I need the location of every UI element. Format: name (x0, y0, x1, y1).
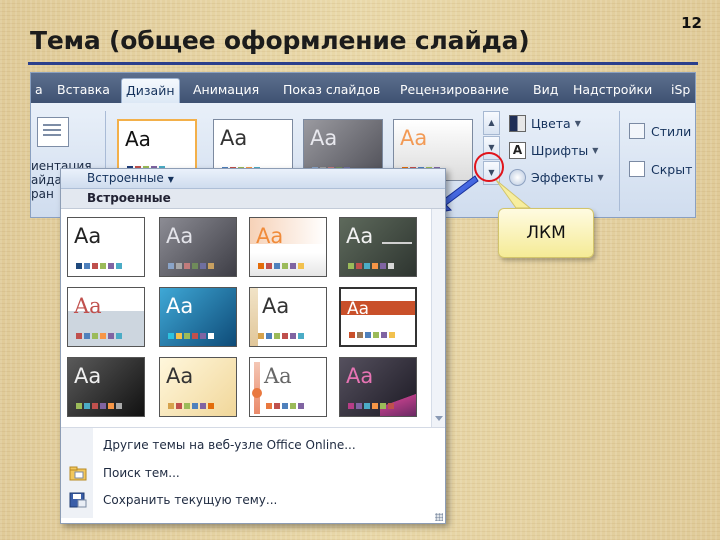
theme-thumbnail-concourse[interactable]: Aa (159, 287, 237, 347)
theme-effects-label: Эффекты (531, 169, 594, 185)
theme-swatches (266, 403, 304, 409)
theme-thumbnail-text: Aa (346, 224, 374, 248)
ribbon-theme-3-text: Aa (310, 126, 338, 150)
theme-fonts-label: Шрифты (531, 142, 589, 158)
background-styles-label: Стили (651, 123, 692, 139)
theme-swatches (349, 332, 395, 338)
theme-thumbnail-median[interactable]: Aa (159, 357, 237, 417)
theme-thumbnail-metro[interactable]: Aa (159, 217, 237, 277)
theme-thumbnail-text: Aa (262, 294, 290, 318)
theme-side-band (250, 288, 258, 346)
theme-swatches (258, 263, 304, 269)
browse-folder-icon (69, 466, 87, 481)
lmb-callout: ЛКМ (498, 208, 594, 258)
ribbon-tab-bar: а Вставка Дизайн Анимация Показ слайдов … (31, 73, 695, 103)
theme-thumbnail-text: Aa (166, 364, 194, 388)
scroll-down-icon (435, 416, 443, 421)
tab-view[interactable]: Вид (529, 78, 562, 103)
theme-swatches (76, 333, 122, 339)
save-theme-icon (69, 492, 87, 508)
theme-swatches (258, 333, 304, 339)
gallery-filter-label: Встроенные (87, 171, 164, 185)
theme-swatches (76, 403, 122, 409)
theme-dot (252, 388, 262, 398)
more-themes-online-item[interactable]: Другие темы на веб-узле Office Online... (103, 434, 356, 456)
theme-thumbnail-text: Aa (74, 294, 102, 318)
gallery-scroll-up-button[interactable]: ▲ (483, 111, 500, 135)
theme-thumbnail-text: Aa (74, 364, 102, 388)
theme-thumbnail-text: Aa (74, 224, 102, 248)
theme-thumbnail-office[interactable]: Aa (67, 217, 145, 277)
theme-colors-label: Цвета (531, 115, 571, 131)
theme-thumbnail-opulent[interactable]: Aa (339, 357, 417, 417)
tab-slideshow[interactable]: Показ слайдов (279, 78, 384, 103)
tab-home-partial[interactable]: а (31, 78, 47, 103)
gallery-section-header: Встроенные (61, 189, 445, 209)
title-rule (28, 62, 698, 65)
theme-thumbnail-civic[interactable]: Aa (67, 287, 145, 347)
save-current-theme-item[interactable]: Сохранить текущую тему... (103, 489, 277, 511)
hide-background-checkbox[interactable]: Скрыт (629, 159, 692, 179)
tab-addins[interactable]: Надстройки (569, 78, 656, 103)
theme-colors-button[interactable]: Цвета ▼ (509, 113, 581, 133)
theme-swatches (348, 403, 394, 409)
highlight-circle (474, 152, 504, 182)
chevron-down-icon: ▼ (167, 175, 174, 184)
gallery-scrollbar[interactable] (431, 209, 445, 427)
palette-icon (509, 114, 526, 132)
gallery-menu: Другие темы на веб-узле Office Online...… (61, 428, 445, 518)
slide-number: 12 (681, 14, 702, 32)
theme-thumbnail-flow[interactable]: Aa (339, 287, 417, 347)
ribbon-theme-office-text: Aa (125, 127, 151, 151)
tab-design[interactable]: Дизайн (121, 78, 180, 103)
gallery-filter-header[interactable]: Встроенные ▼ (61, 169, 445, 189)
theme-thumbnail-text: Aa (264, 364, 292, 388)
theme-accent-line (382, 242, 412, 244)
chevron-down-icon: ▼ (592, 145, 599, 155)
slide-title: Тема (общее оформление слайда) (30, 26, 530, 55)
theme-swatches (168, 403, 214, 409)
slide-orientation-icon[interactable] (37, 117, 69, 147)
theme-thumbnail-foundry[interactable]: Aa (67, 357, 145, 417)
theme-swatches (168, 333, 214, 339)
ribbon-separator (619, 111, 620, 211)
browse-themes-item[interactable]: Поиск тем... (103, 462, 180, 484)
background-styles-button[interactable]: Стили (629, 121, 691, 141)
theme-thumbnail-text: Aa (347, 299, 370, 319)
tab-ispring[interactable]: iSp (667, 78, 694, 103)
theme-thumbnail-text: Aa (166, 224, 194, 248)
theme-swatches (76, 263, 122, 269)
tab-review[interactable]: Рецензирование (396, 78, 513, 103)
chevron-down-icon: ▼ (597, 172, 604, 182)
resize-grip-icon[interactable] (435, 513, 443, 521)
theme-thumbnail-module[interactable]: Aa (249, 357, 327, 417)
theme-thumbnail-text: Aa (256, 224, 284, 248)
theme-thumbnail-aspect[interactable]: Aa (339, 217, 417, 277)
checkbox-icon (629, 161, 645, 177)
theme-swatches (168, 263, 214, 269)
ribbon-theme-4-text: Aa (400, 126, 428, 150)
hide-background-label: Скрыт (651, 161, 693, 177)
theme-fonts-button[interactable]: A Шрифты ▼ (509, 140, 598, 160)
chevron-down-icon: ▼ (574, 118, 581, 128)
theme-thumbnail-text: Aa (346, 364, 374, 388)
ribbon-theme-2-text: Aa (220, 126, 248, 150)
theme-swatches (348, 263, 394, 269)
tab-insert[interactable]: Вставка (53, 78, 114, 103)
background-styles-icon (629, 123, 645, 139)
tab-animation[interactable]: Анимация (189, 78, 263, 103)
font-icon: A (509, 141, 526, 159)
theme-thumbnail-equity[interactable]: Aa (249, 287, 327, 347)
theme-thumbnail-text: Aa (166, 294, 194, 318)
themes-gallery-dropdown: Встроенные ▼ Встроенные Aa Aa Aa Aa Aa Aa… (60, 168, 446, 524)
theme-thumbnail-apex[interactable]: Aa (249, 217, 327, 277)
